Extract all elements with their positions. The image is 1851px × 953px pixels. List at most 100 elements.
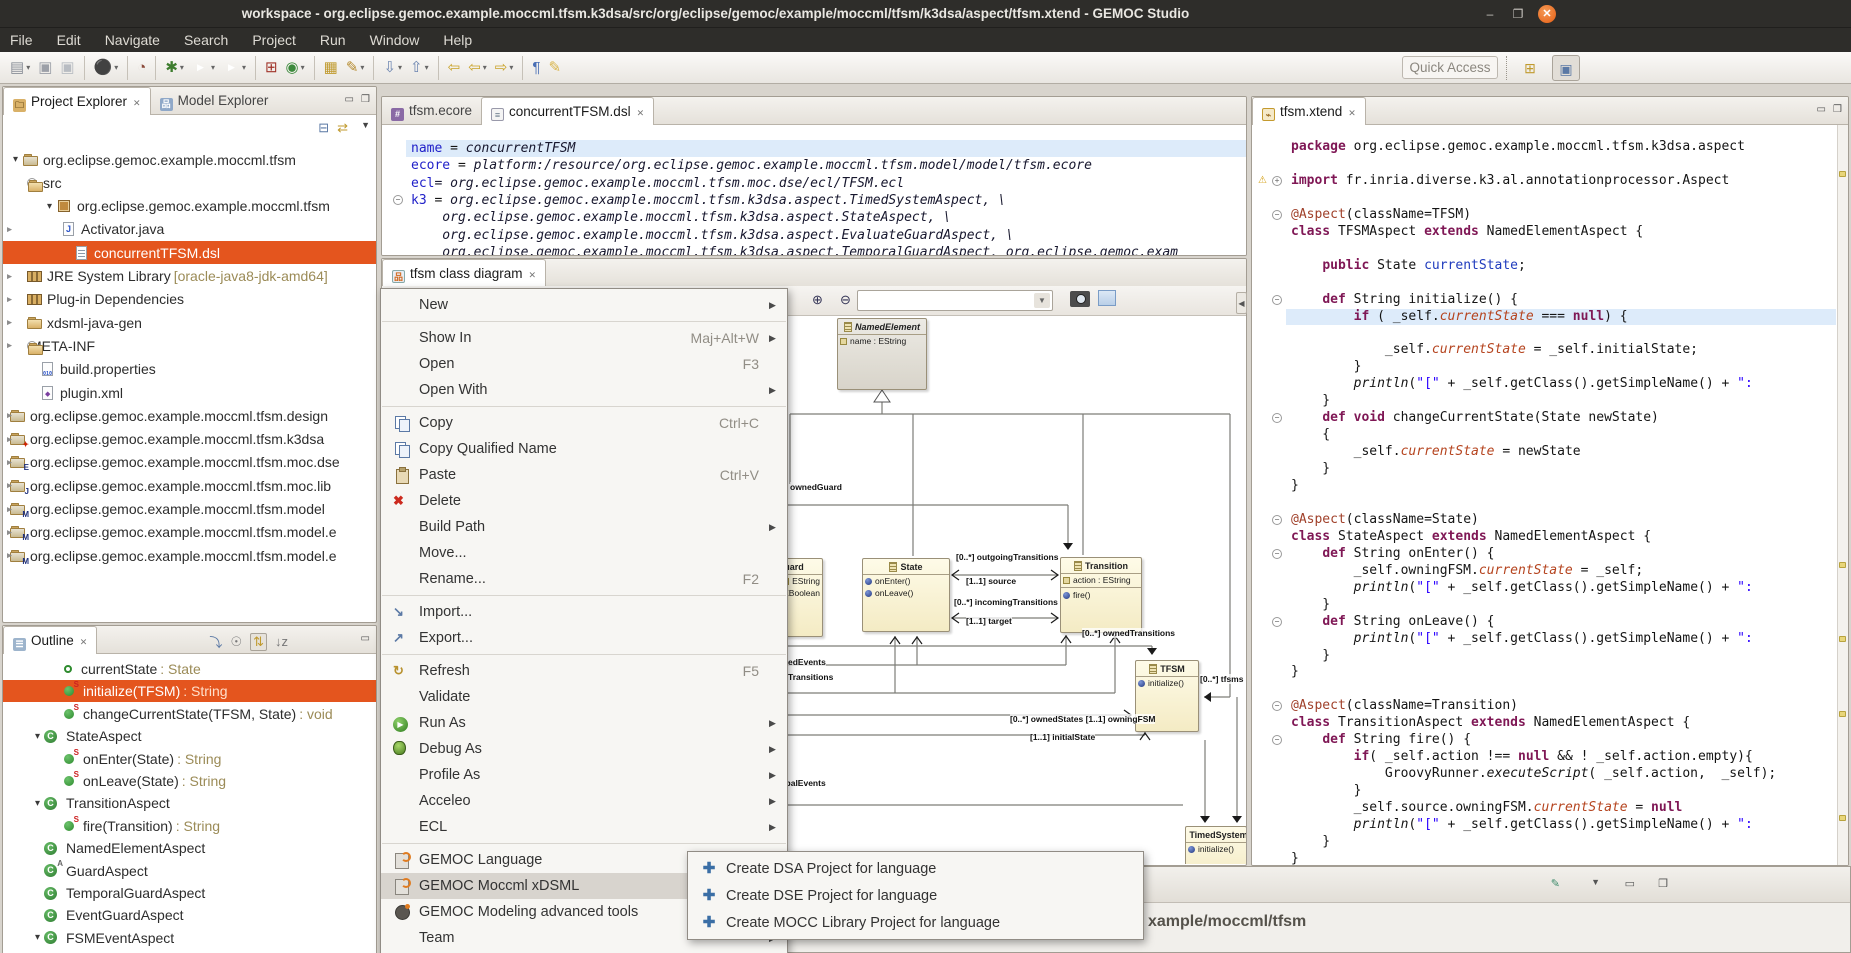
launch-config-button[interactable]: ◔ [134, 56, 149, 80]
attribute-row[interactable]: name : EString [838, 335, 926, 347]
menu-item-profile-as[interactable]: Profile As▶ [381, 762, 787, 788]
tree-item-xdsml-java-gen[interactable]: ▸xdsml-java-gen [3, 311, 376, 334]
back-history-button[interactable]: ⇦ [445, 56, 464, 80]
tree-item-org-eclipse-gemoc-example-moccml-tfsm[interactable]: ▾org.eclipse.gemoc.example.moccml.tfsm [3, 148, 376, 171]
outline-item-onleave-state[interactable]: SonLeave(State) : String [3, 770, 376, 792]
menu-item-debug-as[interactable]: Debug As▶ [381, 736, 787, 762]
sort-alpha-icon[interactable]: ↓z [275, 634, 288, 649]
outline-item-guardaspect[interactable]: CAGuardAspect [3, 860, 376, 882]
prev-annotation-button[interactable]: ⇧▾ [407, 56, 432, 80]
modeling-perspective-icon[interactable]: ▣ [1552, 55, 1580, 81]
problem-marker[interactable] [1839, 171, 1846, 177]
fold-marker[interactable]: − [1272, 617, 1282, 627]
close-icon[interactable]: ✕ [637, 108, 645, 118]
outline-item-temporalguardaspect[interactable]: CTemporalGuardAspect [3, 882, 376, 904]
menu-item-run-as[interactable]: ▶Run As▶ [381, 710, 787, 736]
chevron-down-icon[interactable]: ▼ [1034, 293, 1050, 308]
tree-item-org-eclipse-gemoc-example-moccml-tfsm[interactable]: ▾org.eclipse.gemoc.example.moccml.tfsm [3, 195, 376, 218]
search-brush-button[interactable]: ✎▾ [343, 56, 368, 80]
chevron-collapsed-icon[interactable]: ▸ [3, 525, 16, 540]
submenu-item-create-mocc-library-project-for-language[interactable]: ✚Create MOCC Library Project for languag… [688, 909, 1143, 936]
back-button[interactable]: ⇦▾ [465, 56, 490, 80]
sort-visibility-icon[interactable]: ⇅ [250, 633, 267, 651]
outline-item-initialize-tfsm[interactable]: Sinitialize(TFSM) : String [3, 680, 376, 702]
user-profile-button[interactable]: ⚫▾ [91, 56, 122, 80]
tab-concurrenttfsm-dsl[interactable]: ≡concurrentTFSM.dsl✕ [481, 97, 654, 125]
export-image-icon[interactable] [1070, 291, 1090, 307]
close-icon[interactable]: ✕ [133, 98, 141, 108]
outline-item-onenter-state[interactable]: SonEnter(State) : String [3, 748, 376, 770]
menu-item-copy[interactable]: CopyCtrl+C [381, 410, 787, 436]
menubar-item-edit[interactable]: Edit [57, 32, 81, 48]
diagram-zoom-combo[interactable]: ▼ [857, 290, 1053, 311]
debug-button[interactable]: ✱▾ [162, 56, 187, 80]
view-menu-icon[interactable]: ▼ [1591, 877, 1600, 887]
outline-item-namedelementaspect[interactable]: CNamedElementAspect [3, 837, 376, 859]
close-icon[interactable]: ✕ [529, 270, 537, 280]
chevron-collapsed-icon[interactable]: ▸ [3, 502, 16, 517]
tree-item-concurrenttfsm-dsl[interactable]: concurrentTFSM.dsl [3, 241, 376, 264]
tree-item-meta-inf[interactable]: ▸META-INF [3, 334, 376, 357]
tree-item-org-eclipse-gemoc-example-moccml-tfsm-mo[interactable]: ▸Morg.eclipse.gemoc.example.moccml.tfsm.… [3, 521, 376, 544]
tab-tfsm-ecore[interactable]: #tfsm.ecore [382, 97, 481, 125]
new-java-project-button[interactable]: ⊞ [262, 56, 281, 80]
close-icon[interactable]: ✕ [1348, 108, 1356, 118]
fold-marker[interactable]: − [393, 195, 403, 205]
chevron-down-icon[interactable]: ▾ [211, 63, 215, 72]
menu-item-show-in[interactable]: Show InMaj+Alt+W▶ [381, 325, 787, 351]
chevron-down-icon[interactable]: ▾ [360, 63, 364, 72]
chevron-collapsed-icon[interactable]: ▸ [3, 408, 16, 423]
tab-tfsm-xtend[interactable]: ⌁tfsm.xtend✕ [1252, 97, 1366, 125]
chevron-collapsed-icon[interactable]: ▸ [3, 338, 16, 353]
problem-marker[interactable] [1839, 815, 1846, 821]
minimize-view-icon[interactable]: ▭ [1817, 104, 1826, 115]
chevron-down-icon[interactable]: ▾ [483, 63, 487, 72]
fold-marker[interactable]: − [1272, 210, 1282, 220]
menu-item-rename[interactable]: Rename...F2 [381, 566, 787, 592]
chevron-collapsed-icon[interactable]: ▸ [3, 548, 16, 563]
minimize-button[interactable]: – [1480, 5, 1500, 23]
xtend-code-area[interactable]: package org.eclipse.gemoc.example.moccml… [1252, 125, 1848, 865]
run-last-button[interactable]: ▶▾ [220, 56, 249, 80]
menu-item-refresh[interactable]: ↻RefreshF5 [381, 658, 787, 684]
fold-marker[interactable]: − [1272, 413, 1282, 423]
close-button[interactable]: ✕ [1538, 5, 1556, 23]
chevron-collapsed-icon[interactable]: ▸ [3, 269, 16, 284]
dsl-code-area[interactable]: name = concurrentTFSMecore = platform:/r… [382, 125, 1246, 255]
link-selection-icon[interactable]: ⤵ [209, 632, 222, 651]
open-perspective-icon[interactable]: ⊞ [1516, 55, 1544, 81]
save-all-button[interactable]: ▣ [57, 56, 77, 80]
tree-item-plugin-xml[interactable]: plugin.xml [3, 381, 376, 404]
menu-item-validate[interactable]: Validate [381, 684, 787, 710]
fold-marker[interactable]: − [1272, 515, 1282, 525]
transition-class[interactable]: Transitionaction : EStringfire() [1060, 557, 1142, 633]
chevron-expanded-icon[interactable]: ▾ [43, 201, 56, 212]
outline-item-stateaspect[interactable]: ▾CStateAspect [3, 725, 376, 747]
link-with-editor-icon[interactable]: ⇄ [337, 120, 348, 136]
quick-access-button[interactable]: Quick Access [1402, 56, 1498, 79]
operation-row[interactable]: initialize() [1186, 843, 1246, 855]
chevron-expanded-icon[interactable]: ▾ [9, 154, 22, 165]
chevron-down-icon[interactable]: ▾ [301, 63, 305, 72]
run-button[interactable]: ▶▾ [189, 56, 218, 80]
chevron-collapsed-icon[interactable]: ▸ [3, 478, 16, 493]
new-plugin-project-button[interactable]: ◉▾ [283, 56, 308, 80]
problem-marker[interactable] [1839, 711, 1846, 717]
tree-item-org-eclipse-gemoc-example-moccml-tfsm-mo[interactable]: ▸Jorg.eclipse.gemoc.example.moccml.tfsm.… [3, 474, 376, 497]
fold-marker[interactable]: − [1272, 701, 1282, 711]
show-whitespace-button[interactable]: ¶ [529, 56, 543, 80]
forward-button[interactable]: ⇨▾ [492, 56, 517, 80]
namedelement-class[interactable]: NamedElementname : EString [837, 318, 927, 390]
menu-item-import[interactable]: ↘Import... [381, 599, 787, 625]
state-class[interactable]: StateonEnter()onLeave() [862, 558, 950, 632]
outline-item-fire-transition[interactable]: Sfire(Transition) : String [3, 815, 376, 837]
chevron-down-icon[interactable]: ▾ [26, 63, 30, 72]
chevron-collapsed-icon[interactable]: ▸ [3, 222, 16, 237]
tree-item-activator-java[interactable]: ▸Activator.java [3, 218, 376, 241]
outline-item-fsmeventaspect[interactable]: ▾CFSMEventAspect [3, 927, 376, 949]
maximize-view-icon[interactable]: ❒ [1833, 104, 1842, 115]
menu-item-export[interactable]: ↗Export... [381, 625, 787, 651]
restore-button[interactable]: ❐ [1508, 5, 1528, 23]
operation-row[interactable]: onEnter() [863, 575, 949, 587]
fold-marker[interactable]: + [1272, 176, 1282, 186]
